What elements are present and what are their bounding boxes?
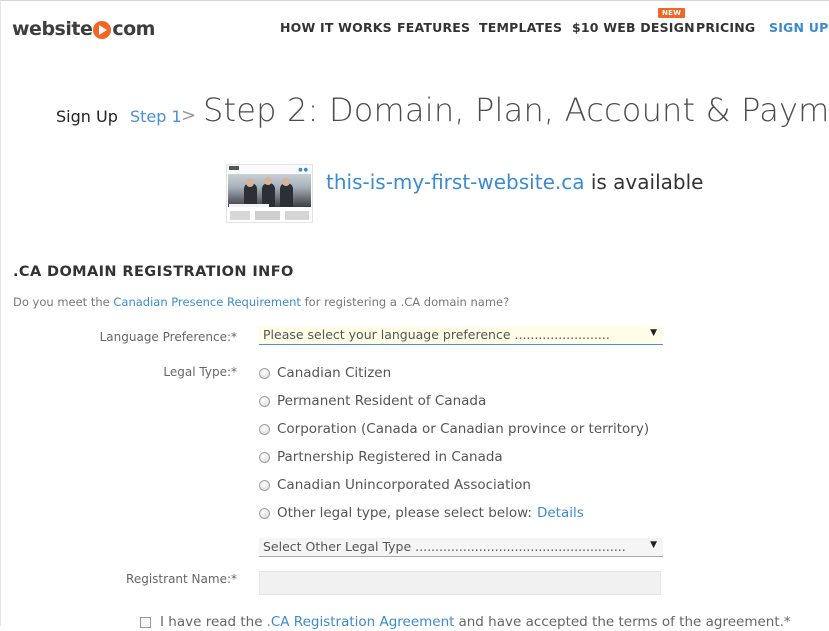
page-title: Step 2: Domain, Plan, Account & Payment … xyxy=(203,91,829,129)
dropdown-arrow-icon: ▼ xyxy=(650,540,657,550)
legal-type-option-other[interactable]: Other legal type, please select below: D… xyxy=(259,504,584,522)
template-thumbnail: ●● xyxy=(226,164,313,223)
language-select-value: Please select your language preference .… xyxy=(263,327,610,342)
option-label: Permanent Resident of Canada xyxy=(277,393,487,409)
question-suffix: for registering a .CA domain name? xyxy=(300,295,510,309)
nav-features[interactable]: FEATURES xyxy=(397,20,470,35)
domain-name: this-is-my-first-website.ca xyxy=(326,170,585,194)
option-label: Other legal type, please select below: xyxy=(277,505,532,521)
agreement-row: I have read the .CA Registration Agreeme… xyxy=(140,613,791,631)
nav-templates[interactable]: TEMPLATES xyxy=(479,20,562,35)
domain-availability: this-is-my-first-website.ca is available xyxy=(326,170,703,194)
registrant-name-input[interactable] xyxy=(259,571,661,595)
radio-button[interactable] xyxy=(259,507,270,519)
legal-type-option[interactable]: Partnership Registered in Canada xyxy=(259,448,503,466)
language-label: Language Preference:* xyxy=(99,330,237,344)
option-label: Canadian Citizen xyxy=(277,365,392,381)
radio-button[interactable] xyxy=(259,451,270,463)
radio-button[interactable] xyxy=(259,395,270,407)
step-signup-label: Sign Up xyxy=(56,107,118,126)
presence-requirement-link[interactable]: Canadian Presence Requirement xyxy=(113,295,301,309)
agreement-prefix: I have read the xyxy=(160,614,263,630)
other-legal-type-select[interactable]: Select Other Legal Type ................… xyxy=(259,538,663,557)
option-label: Canadian Unincorporated Association xyxy=(277,477,531,493)
section-title: .CA DOMAIN REGISTRATION INFO xyxy=(13,264,294,280)
question-prefix: Do you meet the xyxy=(13,295,114,309)
agreement-suffix: and have accepted the terms of the agree… xyxy=(458,614,791,630)
details-link[interactable]: Details xyxy=(537,505,584,521)
nav-how-it-works[interactable]: HOW IT WORKS xyxy=(280,20,392,35)
chevron-right-icon: > xyxy=(181,105,197,126)
nav-web-design[interactable]: $10 WEB DESIGN xyxy=(572,20,695,35)
presence-question: Do you meet the Canadian Presence Requir… xyxy=(13,295,509,309)
step-1-link[interactable]: Step 1 xyxy=(130,107,182,126)
new-badge: NEW xyxy=(658,8,686,18)
signup-steps: Sign Up Step 1 > Step 2: Domain, Plan, A… xyxy=(56,91,829,135)
option-label: Corporation (Canada or Canadian province… xyxy=(277,421,650,437)
legal-type-option[interactable]: Canadian Citizen xyxy=(259,364,391,382)
other-legal-type-value: Select Other Legal Type ................… xyxy=(263,539,626,554)
language-select[interactable]: Please select your language preference .… xyxy=(259,326,663,345)
legal-type-option[interactable]: Corporation (Canada or Canadian province… xyxy=(259,420,649,438)
option-label: Partnership Registered in Canada xyxy=(277,449,503,465)
legal-type-option[interactable]: Canadian Unincorporated Association xyxy=(259,476,531,494)
dropdown-arrow-icon: ▼ xyxy=(650,328,657,338)
main-nav: HOW IT WORKS FEATURES TEMPLATES $10 WEB … xyxy=(1,20,829,40)
availability-status: is available xyxy=(584,170,704,194)
radio-button[interactable] xyxy=(259,479,270,491)
registration-agreement-link[interactable]: .CA Registration Agreement xyxy=(267,614,455,630)
radio-button[interactable] xyxy=(259,367,270,379)
nav-sign-up[interactable]: SIGN UP xyxy=(769,20,828,35)
registrant-name-label: Registrant Name:* xyxy=(126,572,237,586)
legal-type-label: Legal Type:* xyxy=(163,365,237,379)
nav-pricing[interactable]: PRICING xyxy=(696,20,755,35)
legal-type-option[interactable]: Permanent Resident of Canada xyxy=(259,392,486,410)
radio-button[interactable] xyxy=(259,423,270,435)
